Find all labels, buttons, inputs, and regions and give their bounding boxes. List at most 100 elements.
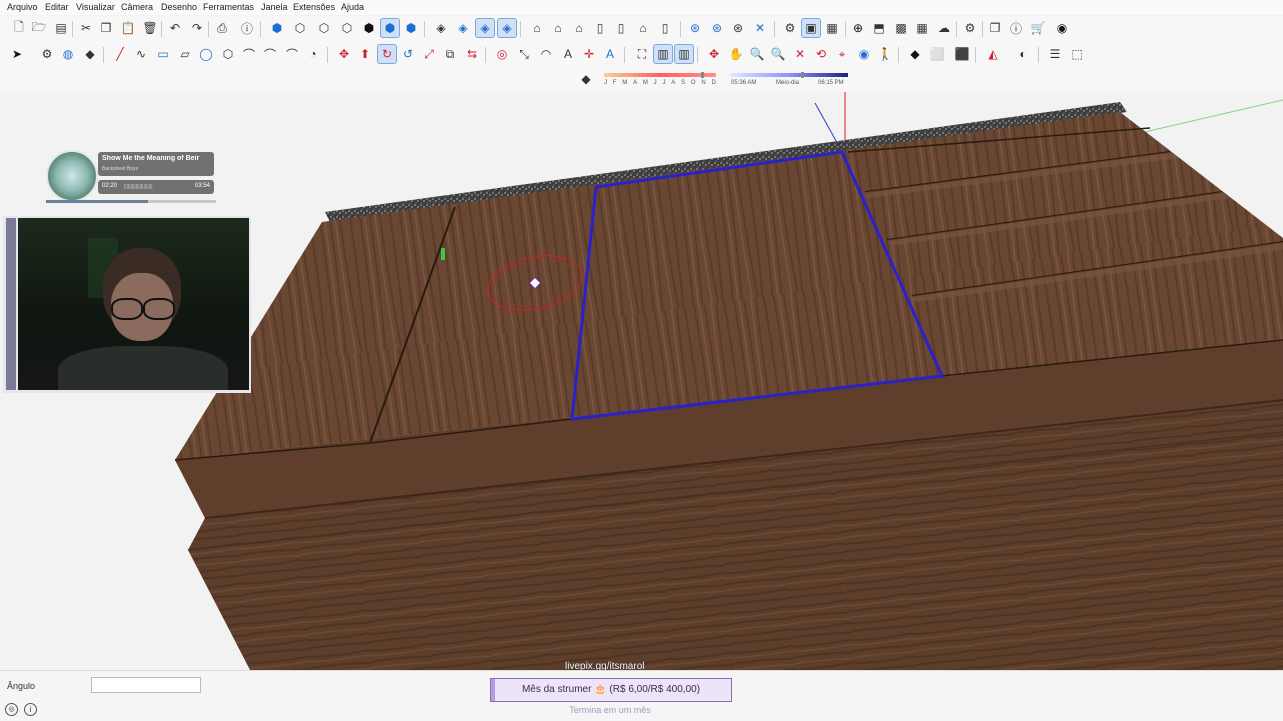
model-info-icon[interactable]: ⓘ [238, 19, 256, 37]
building-icon[interactable]: ⌂ [634, 19, 652, 37]
box-icon[interactable]: ⬜ [928, 45, 946, 63]
polygon-icon[interactable]: ⬡ [219, 45, 237, 63]
flip-icon[interactable]: ⇆ [463, 45, 481, 63]
save-icon[interactable]: ▤ [52, 19, 70, 37]
grid-icon[interactable]: ⬚ [1068, 45, 1086, 63]
time-slider-thumb[interactable] [801, 72, 804, 78]
select-arrow-icon[interactable]: ➤ [8, 45, 26, 63]
settings-icon[interactable]: ⚙ [781, 19, 799, 37]
shaded-textures-icon[interactable]: ◈ [475, 18, 495, 38]
menu-janela[interactable]: Janela [261, 2, 288, 12]
3d-viewport[interactable]: Show Me the Meaning of Beir Backstreet B… [0, 92, 1283, 670]
3d-text-icon[interactable]: A [601, 45, 619, 63]
look-around-icon[interactable]: ◉ [855, 45, 873, 63]
cut-icon[interactable]: ✂ [77, 19, 95, 37]
instructor-info-icon[interactable]: i [24, 703, 37, 716]
menu-camera[interactable]: Câmera [121, 2, 153, 12]
back-view-icon[interactable]: ⬢ [360, 19, 378, 37]
orbit-icon[interactable]: ✥ [705, 45, 723, 63]
section-plane-icon[interactable]: ⌂ [570, 19, 588, 37]
cart-icon[interactable]: 🛒 [1029, 19, 1047, 37]
menu-visualizar[interactable]: Visualizar [76, 2, 115, 12]
protractor-icon[interactable]: ◠ [537, 45, 555, 63]
make-component-icon[interactable]: ⚙ [38, 45, 56, 63]
text-icon[interactable]: A [559, 45, 577, 63]
arc-icon[interactable]: ⌒ [240, 45, 258, 63]
position-camera-icon[interactable]: ⌖ [833, 45, 851, 63]
plugin-settings-icon[interactable]: ⚙ [961, 19, 979, 37]
menu-ferramentas[interactable]: Ferramentas [203, 2, 254, 12]
undo-icon[interactable]: ↶ [166, 19, 184, 37]
pan-icon[interactable]: ✋ [727, 45, 745, 63]
share-model-icon[interactable]: ⌂ [549, 19, 567, 37]
date-slider-track[interactable] [604, 73, 716, 77]
menu-ajuda[interactable]: Ajuda [341, 2, 364, 12]
three-point-arc-icon[interactable]: ⌒ [283, 45, 301, 63]
component-icon[interactable]: ⊛ [686, 19, 704, 37]
add-extension-icon[interactable]: ⊕ [849, 19, 867, 37]
section-display-icon[interactable]: ▥ [653, 44, 673, 64]
wireframe-icon[interactable]: ⬢ [402, 19, 420, 37]
time-slider-track[interactable] [730, 73, 848, 77]
push-pull-icon[interactable]: ⬆ [356, 45, 374, 63]
extension-manager-icon[interactable]: ⬒ [870, 19, 888, 37]
sandbox-icon[interactable]: ⛶ [633, 45, 651, 63]
walk-icon[interactable]: 🚶 [876, 45, 894, 63]
axes-icon[interactable]: ✛ [580, 45, 598, 63]
rotated-rectangle-icon[interactable]: ▱ [176, 45, 194, 63]
offset-icon[interactable]: ⧉ [441, 45, 459, 63]
copy-icon[interactable]: ❐ [97, 19, 115, 37]
zoom-window-icon[interactable]: 🔍 [769, 45, 787, 63]
scale-icon[interactable]: ⤢ [420, 45, 438, 63]
scenes-icon[interactable]: ▯ [612, 19, 630, 37]
layers-icon[interactable]: ▦ [823, 19, 841, 37]
new-file-icon[interactable]: 🗋 [10, 19, 28, 37]
paste-icon[interactable]: 📋 [119, 19, 137, 37]
xray-icon[interactable]: ⬢ [380, 18, 400, 38]
materials-icon[interactable]: ⊛ [708, 19, 726, 37]
texture-icon[interactable]: ▩ [892, 19, 910, 37]
move-icon[interactable]: ✥ [335, 45, 353, 63]
paint-bucket-icon[interactable]: ◍ [59, 45, 77, 63]
iso-view-icon[interactable]: ⬢ [268, 19, 286, 37]
help-icon[interactable]: ⓘ [1007, 19, 1025, 37]
cloud-icon[interactable]: ☁ [935, 19, 953, 37]
user-account-icon[interactable]: ◉ [1053, 19, 1071, 37]
line-tool-icon[interactable]: ╱ [111, 45, 129, 63]
section-fill-icon[interactable]: ▥ [674, 44, 694, 64]
right-view-icon[interactable]: ⬡ [338, 19, 356, 37]
shaded-icon[interactable]: ◈ [454, 19, 472, 37]
print-icon[interactable]: ⎙ [213, 19, 231, 37]
intersect-icon[interactable]: ✕ [751, 19, 769, 37]
zoom-extents-icon[interactable]: ✕ [791, 45, 809, 63]
tape-measure-icon[interactable]: ◎ [493, 45, 511, 63]
date-slider-thumb[interactable] [701, 72, 704, 78]
freehand-icon[interactable]: ∿ [132, 45, 150, 63]
layout-icon[interactable]: ▯ [591, 19, 609, 37]
door-icon[interactable]: ▯ [656, 19, 674, 37]
menu-desenho[interactable]: Desenho [161, 2, 197, 12]
redo-icon[interactable]: ↷ [188, 19, 206, 37]
menu-arquivo[interactable]: Arquivo [7, 2, 38, 12]
curviloft-icon[interactable]: ◐ [1014, 45, 1032, 63]
window-icon[interactable]: ❐ [986, 19, 1004, 37]
tray-icon[interactable]: ☰ [1046, 45, 1064, 63]
geo-location-icon[interactable]: ◎ [5, 703, 18, 716]
rectangle-icon[interactable]: ▭ [154, 45, 172, 63]
top-view-icon[interactable]: ⬡ [291, 19, 309, 37]
outliner-icon[interactable]: ▣ [801, 18, 821, 38]
dimension-icon[interactable]: ⤡ [515, 45, 533, 63]
warehouse-icon[interactable]: ⌂ [528, 19, 546, 37]
hidden-line-icon[interactable]: ◈ [432, 19, 450, 37]
eraser-icon[interactable]: ◆ [81, 45, 99, 63]
mirror-icon[interactable]: ◭ [984, 45, 1002, 63]
solid-tools-icon[interactable]: ⬛ [953, 45, 971, 63]
checker-icon[interactable]: ▦ [913, 19, 931, 37]
rotate-icon[interactable]: ↻ [377, 44, 397, 64]
menu-extensoes[interactable]: Extensões [293, 2, 335, 12]
delete-icon[interactable]: 🗑 [141, 19, 159, 37]
shadow-toggle-icon[interactable]: ◆ [577, 70, 595, 88]
measurement-input[interactable] [91, 677, 201, 693]
circle-icon[interactable]: ◯ [197, 45, 215, 63]
monochrome-icon[interactable]: ◈ [497, 18, 517, 38]
